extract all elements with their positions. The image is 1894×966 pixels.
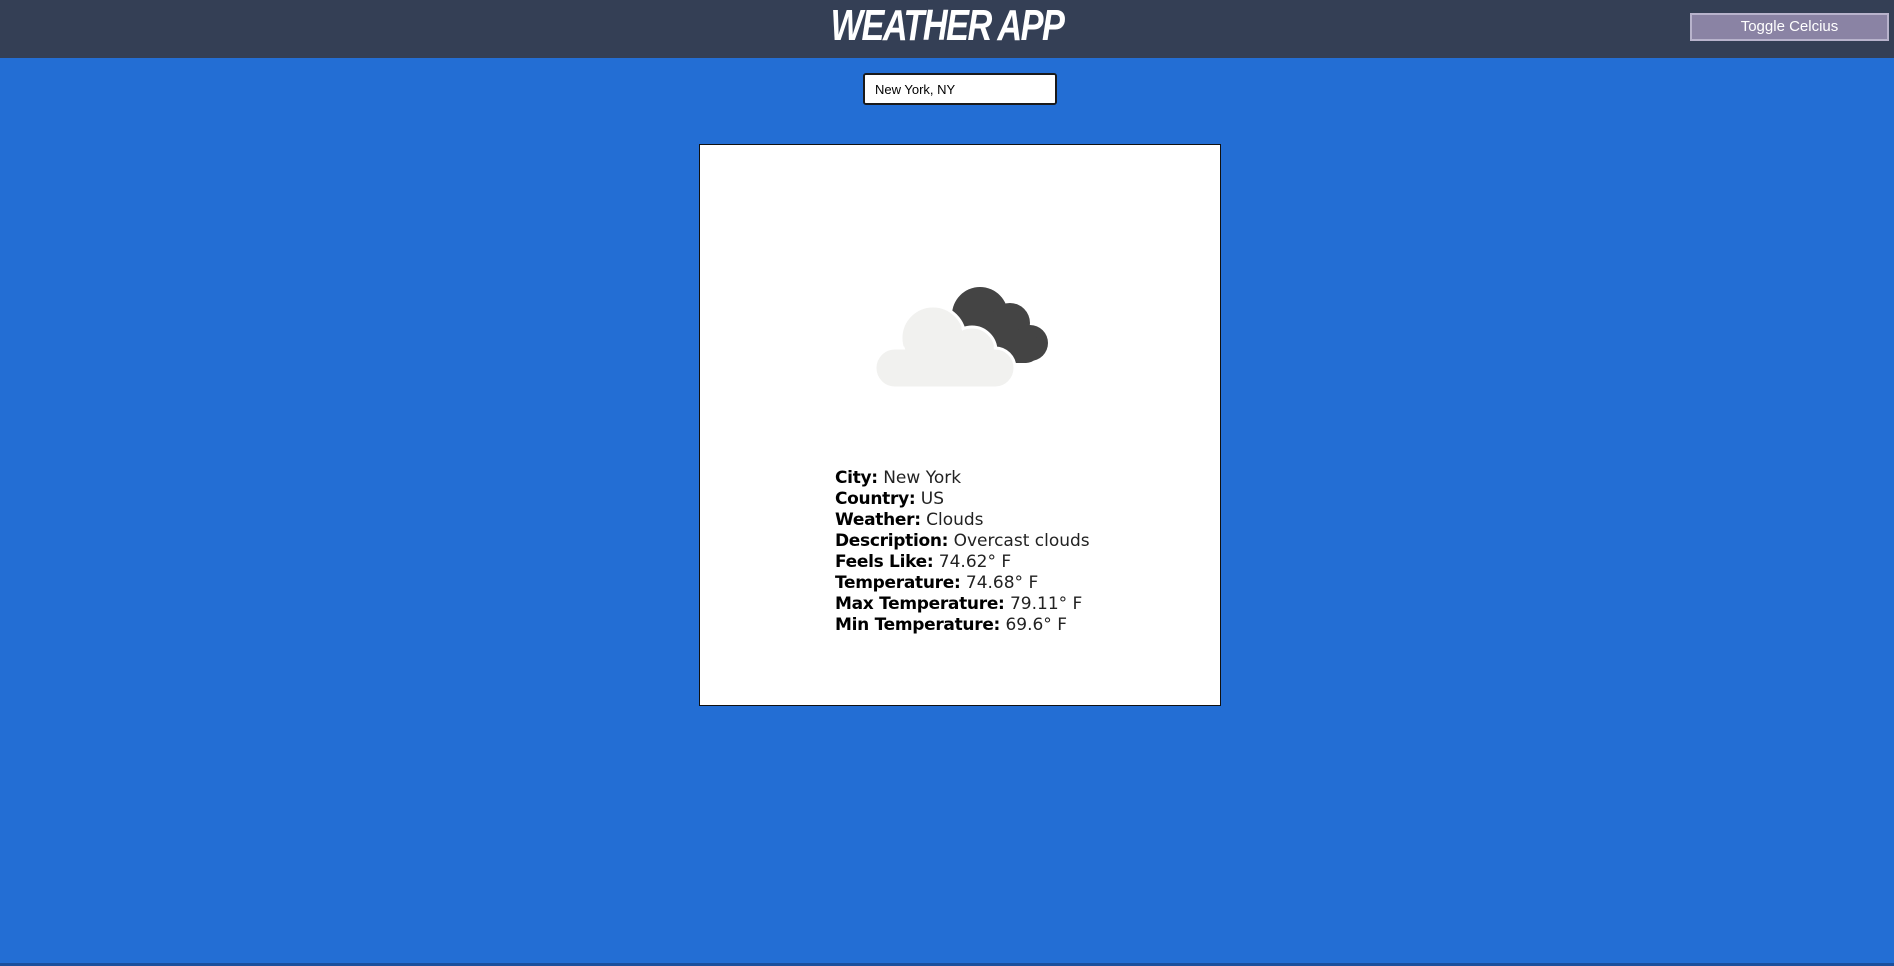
detail-row-temperature: Temperature: 74.68° F bbox=[835, 573, 1039, 593]
toggle-celsius-button[interactable]: Toggle Celcius bbox=[1690, 13, 1889, 41]
weather-details: City: New York Country: US Weather: Clou… bbox=[835, 468, 1090, 636]
detail-row-max-temperature: Max Temperature: 79.11° F bbox=[835, 594, 1083, 614]
detail-row-min-temperature: Min Temperature: 69.6° F bbox=[835, 615, 1067, 635]
app-header: WEATHER APP Toggle Celcius bbox=[0, 0, 1894, 58]
detail-row-city: City: New York bbox=[835, 468, 962, 488]
detail-row-description: Description: Overcast clouds bbox=[835, 531, 1090, 551]
detail-row-weather: Weather: Clouds bbox=[835, 510, 984, 530]
detail-row-feels-like: Feels Like: 74.62° F bbox=[835, 552, 1012, 572]
city-search-input[interactable] bbox=[863, 73, 1057, 105]
detail-row-country: Country: US bbox=[835, 489, 944, 509]
app-title: WEATHER APP bbox=[830, 1, 1065, 50]
weather-card: City: New York Country: US Weather: Clou… bbox=[699, 144, 1221, 706]
overcast-clouds-icon bbox=[873, 287, 1048, 390]
